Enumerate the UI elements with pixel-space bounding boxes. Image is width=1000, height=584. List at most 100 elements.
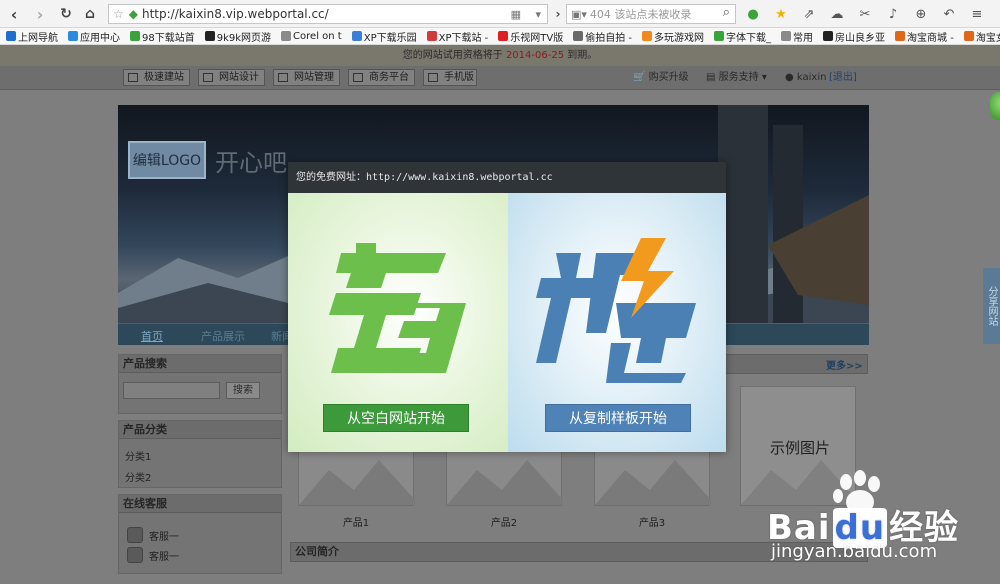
qr-icon[interactable]: ▦: [511, 8, 521, 21]
buy-upgrade-link[interactable]: 🛒 购买升级: [633, 70, 689, 85]
bookmark-favicon-icon: [642, 31, 653, 41]
bookmark-item[interactable]: Corel on t: [281, 31, 342, 42]
refresh-icon[interactable]: ↻: [56, 4, 76, 24]
product-label[interactable]: 产品2: [446, 514, 562, 529]
product-search-button[interactable]: 搜索: [226, 382, 260, 399]
edit-logo-button[interactable]: 编辑LOGO: [128, 141, 206, 179]
bookmark-favicon-icon: [895, 31, 906, 41]
bookmark-favicon-icon: [781, 31, 792, 41]
trial-notice: 您的网站试用资格将于 2014-06-25 到期。: [0, 45, 1000, 66]
manage-icon: [278, 73, 288, 82]
go-icon[interactable]: ›: [548, 4, 568, 24]
bookmark-item[interactable]: 偷拍自拍 -: [573, 29, 632, 44]
bookmark-item[interactable]: 上网导航: [6, 29, 58, 44]
product-search-panel: 产品搜索 搜索: [118, 354, 282, 414]
more-link[interactable]: 更多>>: [826, 357, 863, 372]
menu-icon[interactable]: ≡: [966, 4, 988, 24]
bookmark-favicon-icon: [130, 31, 140, 41]
cloud-icon[interactable]: ☁: [826, 4, 848, 24]
logout-link[interactable]: [退出]: [829, 70, 857, 85]
bookmark-item[interactable]: 淘宝商城 -: [895, 29, 954, 44]
product-label[interactable]: 产品3: [594, 514, 710, 529]
bookmark-item[interactable]: XP下载乐园: [351, 29, 417, 44]
home-icon[interactable]: ⌂: [80, 4, 100, 24]
bookmark-item[interactable]: 房山良乡亚: [823, 29, 885, 44]
bookmark-label: 应用中心: [80, 32, 120, 44]
product-label[interactable]: 产品1: [298, 514, 414, 529]
bookmark-item[interactable]: 多玩游戏网: [642, 29, 704, 44]
start-template-button[interactable]: 从复制样板开始: [545, 404, 691, 432]
category-item[interactable]: 分类2: [119, 466, 281, 487]
address-bar[interactable]: ☆ ◆ http://kaixin8.vip.webportal.cc/ ▦ ▾: [108, 4, 548, 24]
search-input[interactable]: ▣▾ 404 该站点未被收录 ⌕: [566, 4, 736, 24]
tab-label: 手机版: [444, 72, 474, 83]
scissors-icon[interactable]: ✂: [854, 4, 876, 24]
wechat-icon[interactable]: ●: [742, 4, 764, 24]
dropdown-icon[interactable]: ▾: [535, 8, 541, 21]
bookmark-item[interactable]: 淘宝女人频: [963, 29, 1000, 44]
service-row[interactable]: 客服一: [119, 543, 281, 563]
notice-prefix: 您的网站试用资格将于: [402, 50, 503, 61]
star-icon[interactable]: ☆: [113, 7, 124, 21]
nav-home[interactable]: 首页: [141, 328, 163, 344]
bookmark-label: 房山良乡亚: [835, 32, 886, 44]
blank-site-option[interactable]: 从空白网站开始: [288, 193, 508, 452]
bookmark-label: 淘宝商城 -: [907, 32, 954, 44]
panel-title: 产品分类: [119, 421, 281, 439]
tab-quick-build[interactable]: 极速建站: [123, 69, 190, 86]
search-engine-icon[interactable]: ▣▾: [571, 8, 587, 21]
favorites-star-icon[interactable]: ★: [770, 4, 792, 24]
tab-business[interactable]: 商务平台: [348, 69, 415, 86]
share-icon[interactable]: ⇗: [798, 4, 820, 24]
build-icon: [128, 73, 138, 82]
bookmark-item[interactable]: 常用: [781, 29, 813, 44]
blank-art-icon: [329, 243, 466, 373]
tab-site-manage[interactable]: 网站管理: [273, 69, 340, 86]
nav-products[interactable]: 产品展示: [201, 328, 245, 344]
bookmark-favicon-icon: [426, 31, 437, 41]
design-icon: [203, 73, 213, 82]
username: kaixin: [796, 72, 827, 83]
volume-icon[interactable]: ♪: [882, 4, 904, 24]
back-icon[interactable]: ‹: [4, 4, 24, 24]
template-option[interactable]: 从复制样板开始: [508, 193, 726, 452]
chat-icon: [127, 547, 143, 563]
float-ball-icon[interactable]: [990, 92, 1000, 120]
bookmark-label: Corel on t: [293, 30, 342, 42]
bookmark-favicon-icon: [281, 31, 292, 41]
bookmark-favicon-icon: [823, 31, 834, 41]
shield-icon: ◆: [128, 7, 138, 21]
service-label: 客服一: [149, 551, 179, 563]
bookmark-label: XP下载乐园: [363, 32, 417, 44]
bookmark-item[interactable]: 乐视网TV版: [498, 29, 563, 44]
undo-icon[interactable]: ↶: [938, 4, 960, 24]
bookmark-item[interactable]: 9k9k网页游: [204, 29, 272, 44]
forward-icon[interactable]: ›: [30, 4, 50, 24]
tab-label: 网站设计: [219, 72, 259, 83]
bookmark-favicon-icon: [351, 31, 362, 41]
support-menu[interactable]: ▤ 服务支持 ▾: [706, 70, 767, 85]
tab-mobile[interactable]: 手机版: [423, 69, 477, 86]
url-text[interactable]: http://kaixin8.vip.webportal.cc/: [142, 7, 329, 21]
admin-bar: 极速建站 网站设计 网站管理 商务平台 手机版 🛒 购买升级 ▤ 服务支持 ▾ …: [0, 66, 1000, 90]
start-blank-button[interactable]: 从空白网站开始: [323, 404, 469, 432]
panel-title: 在线客服: [119, 495, 281, 513]
tab-label: 极速建站: [144, 72, 184, 83]
bookmark-label: XP下载站 -: [438, 32, 489, 44]
product-search-input[interactable]: [123, 382, 220, 399]
bookmark-favicon-icon: [6, 31, 16, 41]
service-row[interactable]: 客服一: [119, 523, 281, 543]
category-item[interactable]: 分类1: [119, 445, 281, 466]
bookmark-label: 9k9k网页游: [216, 32, 272, 44]
share-site-tab[interactable]: 分享网站: [983, 268, 1000, 344]
baidu-watermark-url: jingyan.baidu.com: [771, 541, 938, 562]
bookmark-item[interactable]: 字体下载_: [714, 29, 771, 44]
toolbar-icons: ● ★ ⇗ ☁ ✂ ♪ ⊕ ↶ ≡: [742, 4, 988, 24]
tab-site-design[interactable]: 网站设计: [198, 69, 265, 86]
download-icon[interactable]: ⊕: [910, 4, 932, 24]
bookmark-item[interactable]: XP下载站 -: [426, 29, 489, 44]
search-icon[interactable]: ⌕: [723, 5, 730, 20]
bookmark-item[interactable]: 应用中心: [68, 29, 120, 44]
browser-toolbar: ‹ › ↻ ⌂ ☆ ◆ http://kaixin8.vip.webportal…: [0, 0, 1000, 28]
bookmark-item[interactable]: 98下载站首: [130, 29, 195, 44]
